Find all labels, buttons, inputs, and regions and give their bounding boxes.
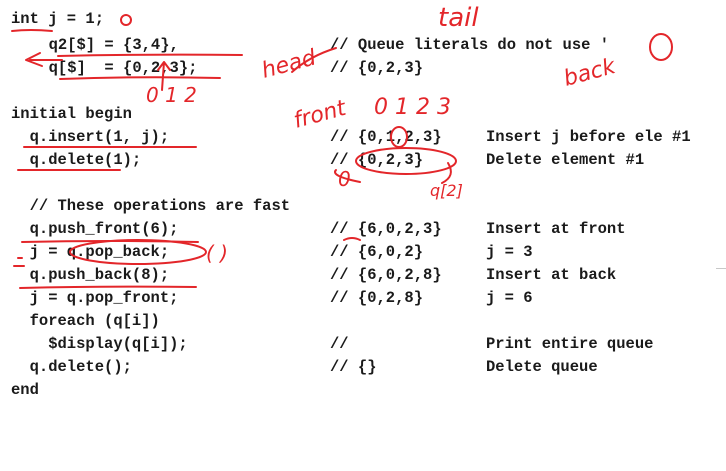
- code-line-10: q.push_front(6); // {6,0,2,3} Insert at …: [0, 218, 726, 241]
- code-text: // These operations are fast: [11, 197, 291, 215]
- code-text: q.delete();: [11, 358, 132, 376]
- code-line-16: q.delete(); // {} Delete queue: [0, 356, 726, 379]
- code-line-13: j = q.pop_front; // {0,2,8} j = 6: [0, 287, 726, 310]
- code-comment: // Queue literals do not use ': [330, 36, 610, 54]
- code-note: Delete queue: [486, 358, 598, 376]
- code-comment: // {0,2,3}: [330, 59, 424, 77]
- code-line-7: q.delete(1); // {0,2,3} Delete element #…: [0, 149, 726, 172]
- code-text: q.insert(1, j);: [11, 128, 170, 146]
- code-comment: // {0,2,3}: [330, 151, 424, 169]
- code-line-6: q.insert(1, j); // {0,1,2,3} Insert j be…: [0, 126, 726, 149]
- code-text: $display(q[i]);: [11, 335, 188, 353]
- code-text: end: [11, 381, 39, 399]
- code-text: q.delete(1);: [11, 151, 142, 169]
- code-comment: // {0,1,2,3}: [330, 128, 442, 146]
- code-listing: int j = 1; q2[$] = {3,4}, // Queue liter…: [0, 0, 726, 404]
- code-note: j = 3: [486, 243, 533, 261]
- code-line-15: $display(q[i]); // Print entire queue: [0, 333, 726, 356]
- code-line-11: j = q.pop_back; // {6,0,2} j = 3: [0, 241, 726, 264]
- code-text: j = q.pop_front;: [11, 289, 179, 307]
- code-comment: // {}: [330, 358, 377, 376]
- edge-divider: [716, 268, 726, 269]
- code-note: Print entire queue: [486, 335, 654, 353]
- code-line-9: // These operations are fast: [0, 195, 726, 218]
- code-comment: // {6,0,2,3}: [330, 220, 442, 238]
- code-line-2: q2[$] = {3,4}, // Queue literals do not …: [0, 34, 726, 57]
- code-line-1: int j = 1;: [0, 8, 726, 31]
- code-line-3: q[$] = {0,2,3}; // {0,2,3}: [0, 57, 726, 80]
- code-line-14: foreach (q[i]): [0, 310, 726, 333]
- code-note: Insert j before ele #1: [486, 128, 691, 146]
- code-text: q[$] = {0,2,3};: [30, 59, 198, 77]
- code-text: q2[$] = {3,4},: [30, 36, 179, 54]
- code-note: Insert at back: [486, 266, 617, 284]
- code-note: j = 6: [486, 289, 533, 307]
- code-line-12: q.push_back(8); // {6,0,2,8} Insert at b…: [0, 264, 726, 287]
- code-comment: // {0,2,8}: [330, 289, 424, 307]
- code-text: int j = 1;: [11, 10, 105, 28]
- code-note: Delete element #1: [486, 151, 645, 169]
- code-text: j = q.pop_back;: [11, 243, 170, 261]
- code-line-5: initial begin: [0, 103, 726, 126]
- code-text: q.push_front(6);: [11, 220, 179, 238]
- code-comment: // {6,0,2,8}: [330, 266, 442, 284]
- code-comment: //: [330, 335, 349, 353]
- code-text: foreach (q[i]): [11, 312, 160, 330]
- code-note: Insert at front: [486, 220, 626, 238]
- code-text: q.push_back(8);: [11, 266, 170, 284]
- code-line-17: end: [0, 379, 726, 402]
- code-comment: // {6,0,2}: [330, 243, 424, 261]
- code-text: initial begin: [11, 105, 132, 123]
